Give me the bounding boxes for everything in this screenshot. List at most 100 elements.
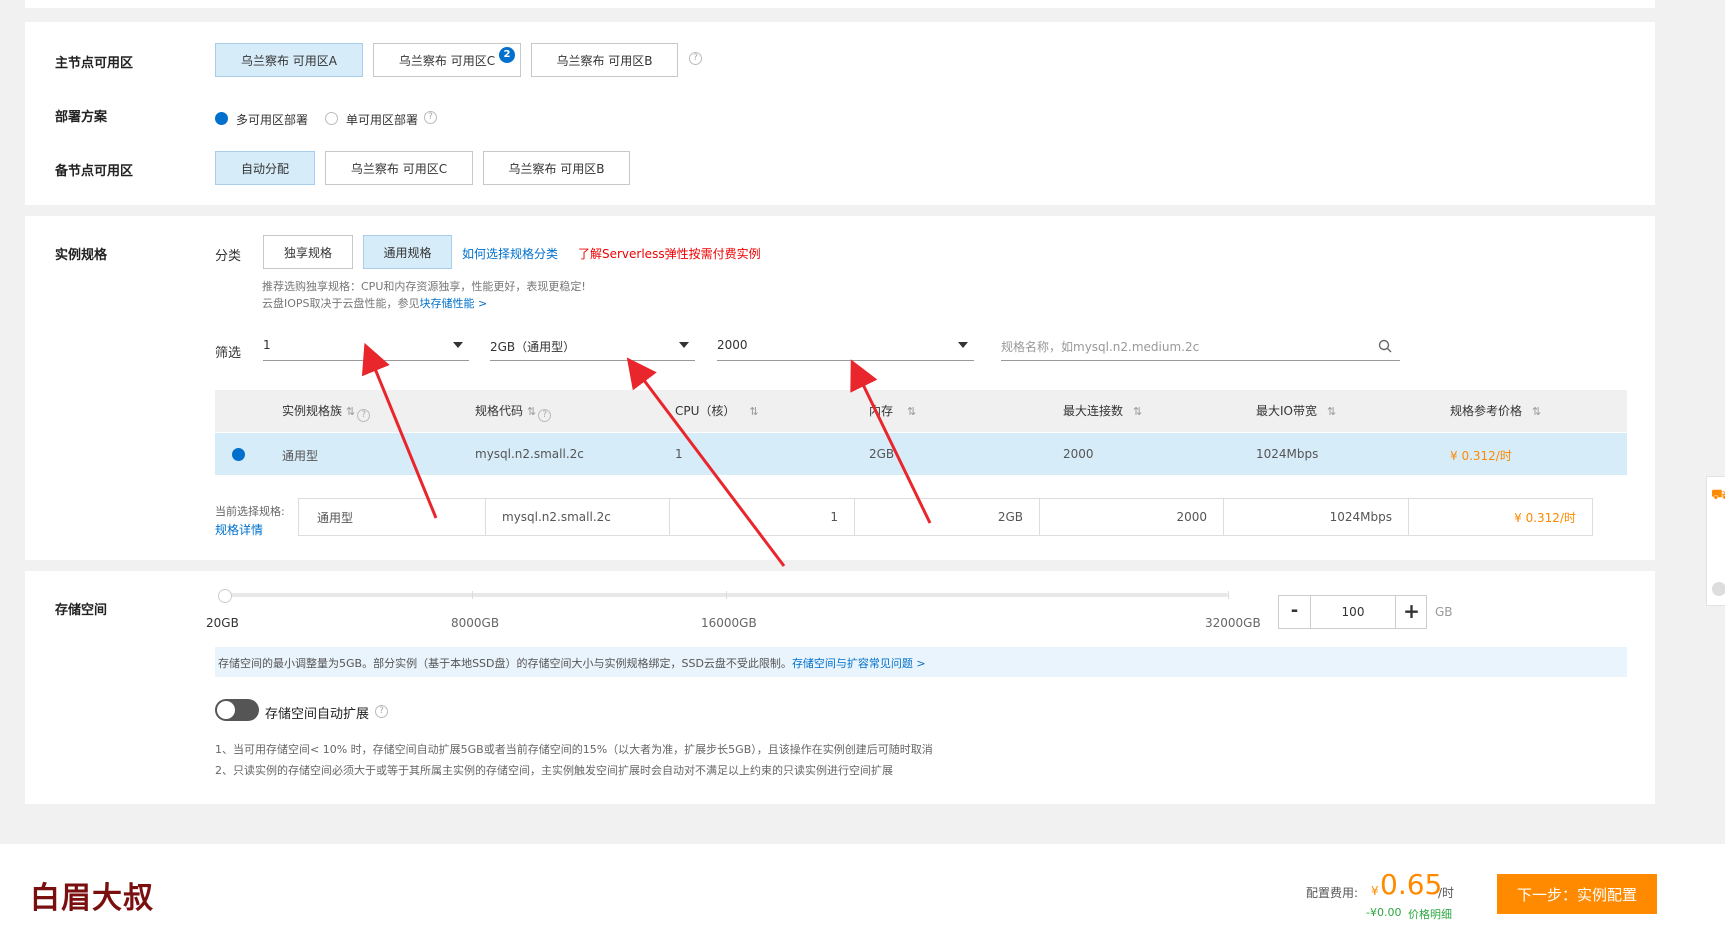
header-io[interactable]: 最大IO带宽 ⇅	[1256, 402, 1336, 419]
discount-amount: -¥0.00	[1366, 906, 1402, 919]
tick-label-max: 32000GB	[1205, 616, 1261, 630]
slider-tick	[726, 591, 727, 599]
auto-expand-toggle[interactable]	[215, 699, 259, 721]
current-io: 1024Mbps	[1223, 498, 1409, 536]
current-price: ¥ 0.312/时	[1408, 498, 1593, 536]
next-step-button[interactable]: 下一步：实例配置	[1497, 874, 1657, 914]
single-zone-radio[interactable]	[325, 112, 338, 125]
storage-note-1: 1、当可用存储空间< 10% 时，存储空间自动扩展5GB或者当前存储空间的15%…	[215, 743, 933, 756]
block-storage-link[interactable]: 块存储性能 >	[420, 297, 488, 310]
header-connections[interactable]: 最大连接数 ⇅	[1063, 402, 1142, 419]
spec-detail-link[interactable]: 规格详情	[215, 521, 263, 538]
row-price: ¥ 0.312/时	[1450, 449, 1512, 463]
row-select-radio[interactable]	[232, 448, 245, 461]
toggle-knob	[217, 701, 235, 719]
main-zone-option-a[interactable]: 乌兰察布 可用区A	[215, 43, 363, 77]
backup-zone-option-c[interactable]: 乌兰察布 可用区C	[325, 151, 473, 185]
help-icon: ?	[538, 409, 552, 422]
slider-tick	[472, 591, 473, 599]
storage-slider-handle[interactable]	[218, 589, 233, 603]
spec-label: 实例规格	[55, 248, 108, 263]
spec-search-input[interactable]: 规格名称，如mysql.n2.medium.2c	[1001, 331, 1400, 361]
serverless-link[interactable]: 了解Serverless弹性按需付费实例	[578, 245, 761, 262]
auto-expand-label: 存储空间自动扩展	[265, 707, 370, 722]
current-spec-label: 当前选择规格:	[215, 505, 285, 518]
search-icon[interactable]	[1378, 339, 1392, 353]
current-memory: 2GB	[854, 498, 1040, 536]
header-code[interactable]: 规格代码 ⇅?	[475, 402, 552, 422]
current-cpu: 1	[669, 498, 855, 536]
storage-note-2: 2、只读实例的存储空间必须大于或等于其所属主实例的存储空间，主实例触发空间扩展时…	[215, 764, 893, 777]
spec-table-header: 实例规格族 ⇅? 规格代码 ⇅? CPU（核） ⇅ 内存 ⇅ 最大连接数 ⇅ 最大IO带宽…	[215, 390, 1627, 432]
tick-label-min: 20GB	[206, 616, 239, 630]
main-zone-help-icon[interactable]: ?	[689, 52, 702, 65]
price-detail-link[interactable]: 价格明细	[1408, 906, 1452, 922]
storage-label: 存储空间	[55, 603, 108, 618]
current-code: mysql.n2.small.2c	[485, 498, 670, 536]
decrease-button[interactable]: -	[1279, 596, 1311, 628]
storage-notice: 存储空间的最小调整量为5GB。部分实例（基于本地SSD盘）的存储空间大小与实例规…	[215, 647, 1627, 677]
storage-slider-track[interactable]	[222, 593, 1228, 597]
header-cpu[interactable]: CPU（核） ⇅	[675, 402, 759, 419]
how-to-choose-link[interactable]: 如何选择规格分类	[462, 245, 558, 262]
storage-faq-link[interactable]: 存储空间与扩容常见问题 >	[792, 657, 926, 670]
row-io: 1024Mbps	[1256, 447, 1319, 461]
sort-icon: ⇅	[1327, 405, 1337, 418]
row-cpu: 1	[675, 447, 683, 461]
memory-filter-select[interactable]: 2GB（通用型）	[490, 331, 695, 361]
floating-cart-widget[interactable]: ⛟	[1706, 476, 1725, 606]
cpu-filter-select[interactable]: 1	[263, 331, 469, 361]
auto-expand-help-icon[interactable]: ?	[375, 705, 388, 718]
table-row[interactable]: 通用型 mysql.n2.small.2c 1 2GB 2000 1024Mbp…	[215, 433, 1627, 475]
increase-button[interactable]: +	[1395, 596, 1427, 628]
single-zone-label[interactable]: 单可用区部署	[346, 111, 418, 128]
scroll-handle[interactable]	[1712, 582, 1725, 596]
storage-stepper: - 100 +	[1278, 595, 1427, 629]
chevron-down-icon	[958, 342, 968, 348]
price-unit: /时	[1438, 886, 1455, 900]
current-connections: 2000	[1039, 498, 1224, 536]
tick-label-8000: 8000GB	[451, 616, 500, 630]
config-price: 0.65	[1380, 868, 1443, 901]
sort-icon: ⇅	[1532, 405, 1542, 418]
multi-zone-radio[interactable]	[215, 112, 228, 125]
multi-zone-label[interactable]: 多可用区部署	[236, 111, 308, 128]
category-dedicated[interactable]: 独享规格	[263, 235, 353, 269]
category-general[interactable]: 通用规格	[363, 235, 452, 269]
header-price[interactable]: 规格参考价格 ⇅	[1450, 402, 1541, 419]
chevron-down-icon	[679, 342, 689, 348]
spec-hint-2: 云盘IOPS取决于云盘性能，参见块存储性能 >	[262, 297, 488, 310]
currency-symbol: ¥	[1371, 884, 1379, 898]
backup-zone-auto[interactable]: 自动分配	[215, 151, 315, 185]
sort-icon: ⇅	[907, 405, 917, 418]
main-zone-option-b[interactable]: 乌兰察布 可用区B	[531, 43, 678, 77]
fee-label: 配置费用:	[1306, 886, 1359, 900]
row-code: mysql.n2.small.2c	[475, 447, 584, 461]
deploy-label: 部署方案	[55, 110, 108, 125]
row-memory: 2GB	[869, 447, 895, 461]
top-strip	[25, 0, 1655, 8]
header-memory[interactable]: 内存 ⇅	[869, 402, 916, 419]
main-zone-option-c[interactable]: 乌兰察布 可用区C	[373, 43, 521, 77]
main-zone-label: 主节点可用区	[55, 56, 134, 71]
current-family: 通用型	[298, 498, 486, 536]
sort-icon: ⇅	[527, 405, 537, 418]
connection-filter-select[interactable]: 2000	[717, 331, 974, 361]
footer-bar	[0, 844, 1725, 937]
sort-icon: ⇅	[1133, 405, 1143, 418]
header-family[interactable]: 实例规格族 ⇅?	[282, 402, 371, 422]
deploy-help-icon[interactable]: ?	[424, 111, 437, 124]
slider-tick	[1228, 591, 1229, 599]
backup-zone-option-b[interactable]: 乌兰察布 可用区B	[483, 151, 630, 185]
chevron-down-icon	[453, 342, 463, 348]
help-icon: ?	[357, 409, 371, 422]
category-label: 分类	[215, 249, 242, 264]
sort-icon: ⇅	[346, 405, 356, 418]
backup-zone-label: 备节点可用区	[55, 164, 134, 179]
cart-icon: ⛟	[1711, 487, 1725, 503]
row-family: 通用型	[282, 449, 319, 463]
tick-label-16000: 16000GB	[701, 616, 757, 630]
filter-label: 筛选	[215, 346, 242, 361]
storage-value-input[interactable]: 100	[1311, 596, 1395, 628]
brand-logo: 白眉大叔	[30, 881, 154, 916]
